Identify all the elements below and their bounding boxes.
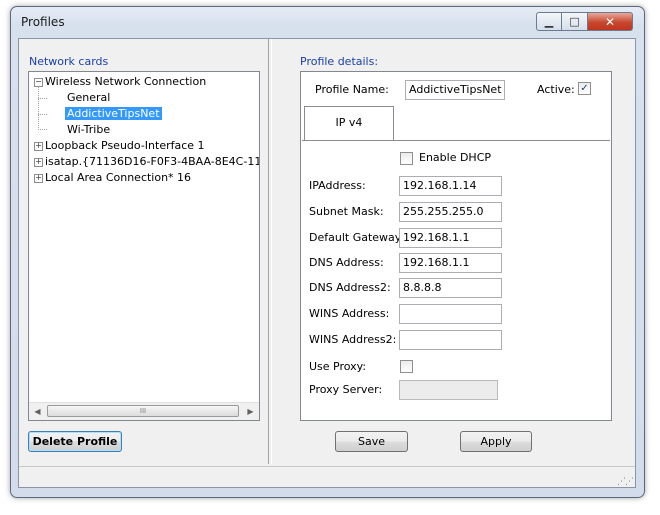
scroll-right-icon[interactable]: ▶ (242, 403, 259, 420)
profile-details-label: Profile details: (300, 55, 379, 68)
active-label: Active: (537, 83, 575, 96)
tree-node-general[interactable]: General (67, 90, 110, 106)
close-icon: ✕ (604, 14, 616, 29)
checkmark-icon: ✓ (580, 83, 589, 94)
scroll-left-icon[interactable]: ◀ (29, 403, 46, 420)
tree-node-label: Local Area Connection* 16 (45, 171, 192, 184)
minimize-icon: ▁ (544, 15, 554, 28)
enable-dhcp-checkbox[interactable] (400, 152, 413, 165)
ip-address-field[interactable]: 192.168.1.14 (399, 176, 502, 196)
proxy-server-field[interactable] (399, 380, 498, 400)
tree-node-label: isatap.{71136D16-F0F3-4BAA-8E4C-113C57 (45, 155, 259, 168)
ip-address-label: IPAddress: (309, 179, 366, 192)
tree-node-witribe[interactable]: Wi-Tribe (67, 122, 110, 138)
dns-address2-field[interactable]: 8.8.8.8 (399, 278, 502, 298)
title-bar[interactable]: Profiles ▁ □ ✕ (11, 7, 644, 37)
expand-icon[interactable]: + (34, 158, 43, 167)
tree-node-addictivetipsnet[interactable]: AddictiveTipsNet (65, 106, 162, 122)
ipv4-tab-page: Enable DHCP IPAddress: 192.168.1.14 Subn… (302, 140, 610, 420)
profile-name-field[interactable]: AddictiveTipsNet (405, 80, 505, 100)
tree-guide-line (38, 98, 47, 99)
default-gateway-field[interactable]: 192.168.1.1 (399, 228, 502, 248)
resize-grip-icon[interactable]: ⋰⋰ (617, 477, 634, 487)
profile-details-panel: Profile Name: AddictiveTipsNet Active: ✓… (300, 71, 612, 421)
expand-icon[interactable]: + (34, 174, 43, 183)
pane-splitter[interactable] (268, 39, 272, 464)
use-proxy-checkbox[interactable] (400, 360, 413, 373)
subnet-mask-label: Subnet Mask: (309, 205, 384, 218)
active-checkbox[interactable]: ✓ (578, 82, 591, 95)
subnet-mask-field[interactable]: 255.255.255.0 (399, 202, 502, 222)
proxy-server-label: Proxy Server: (309, 383, 383, 396)
close-button[interactable]: ✕ (588, 12, 633, 31)
use-proxy-label: Use Proxy: (309, 360, 367, 373)
client-area: Network cards − Wireless Network Connect… (18, 38, 636, 488)
wins-address2-label: WINS Address2: (309, 333, 397, 346)
tree-guide-line (38, 129, 47, 130)
window-title: Profiles (21, 15, 65, 29)
default-gateway-label: Default Gateway: (309, 231, 405, 244)
tree-guide-line (38, 86, 39, 128)
tree-node-label: General (67, 91, 111, 104)
tree-node-label: Loopback Pseudo-Interface 1 (45, 139, 205, 152)
profile-name-label: Profile Name: (315, 83, 389, 96)
dns-address-label: DNS Address: (309, 256, 384, 269)
enable-dhcp-label: Enable DHCP (419, 151, 492, 164)
horizontal-scrollbar[interactable]: ◀ III ▶ (29, 402, 259, 420)
tree-node-label: Wireless Network Connection (45, 75, 207, 88)
network-cards-label: Network cards (29, 55, 109, 68)
network-cards-tree[interactable]: − Wireless Network Connection General Ad… (28, 71, 260, 421)
tree-node-label: Wi-Tribe (67, 123, 111, 136)
wins-address-label: WINS Address: (309, 307, 390, 320)
status-bar: ⋰⋰ (19, 466, 635, 488)
tree-guide-line (38, 114, 47, 115)
wins-address-field[interactable] (399, 304, 502, 324)
apply-button[interactable]: Apply (460, 431, 532, 452)
tree-node-label-selected: AddictiveTipsNet (65, 107, 162, 120)
profiles-window: Profiles ▁ □ ✕ Network cards − Wireless … (10, 6, 645, 498)
maximize-button[interactable]: □ (562, 12, 588, 31)
maximize-icon: □ (569, 15, 580, 28)
delete-profile-button[interactable]: Delete Profile (28, 431, 122, 452)
minimize-button[interactable]: ▁ (536, 12, 562, 31)
dns-address2-label: DNS Address2: (309, 281, 391, 294)
wins-address2-field[interactable] (399, 330, 502, 350)
scroll-thumb[interactable]: III (47, 405, 239, 417)
expand-icon[interactable]: + (34, 142, 43, 151)
save-button[interactable]: Save (335, 431, 408, 452)
tab-ipv4[interactable]: IP v4 (304, 106, 394, 141)
dns-address-field[interactable]: 192.168.1.1 (399, 253, 502, 273)
